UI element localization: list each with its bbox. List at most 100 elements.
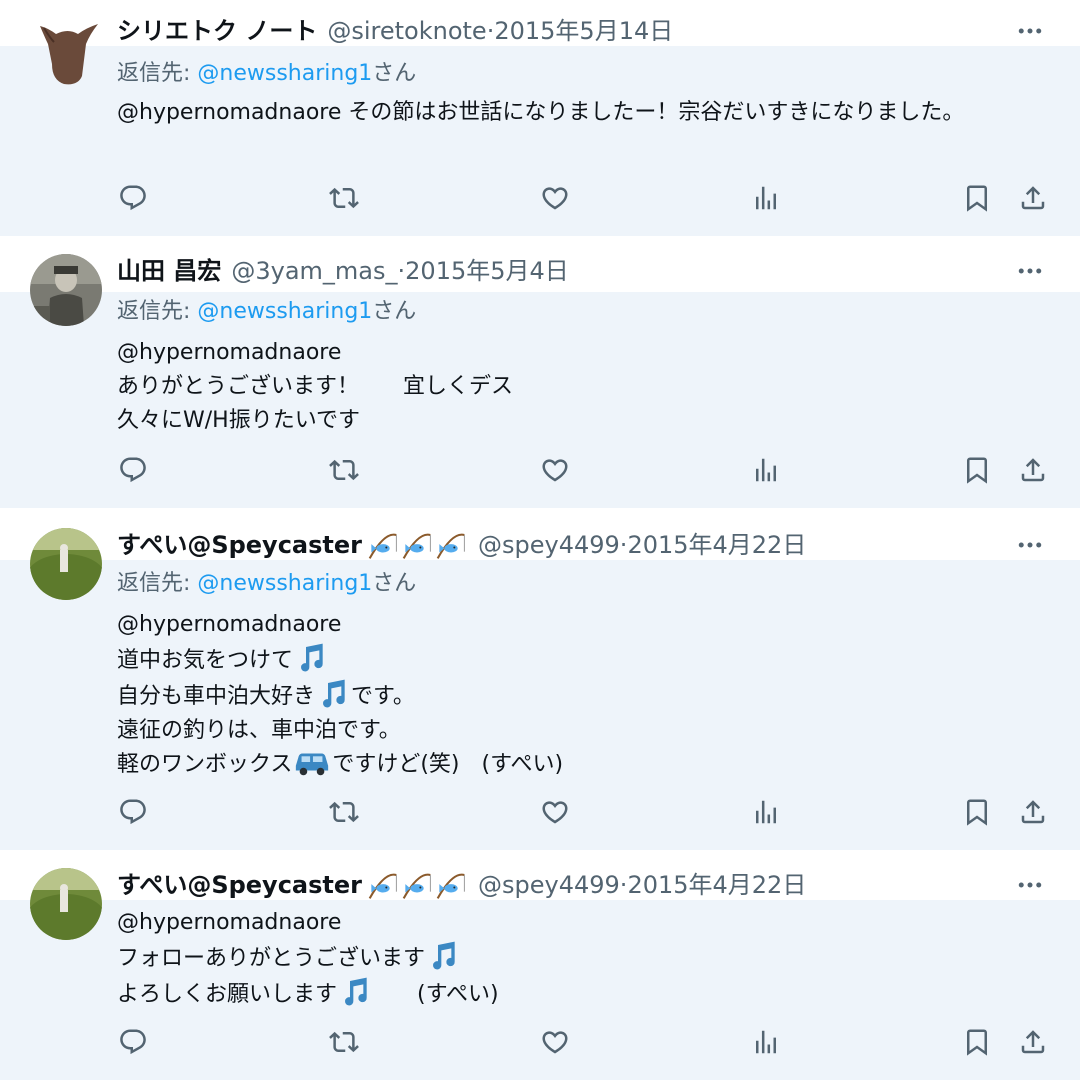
tweet-text-line: 道中お気をつけて	[117, 642, 1048, 678]
tweet-text: @hypernomadnaore ありがとうございます！ 宜しくデス 久々にW/…	[117, 336, 1048, 438]
views-icon[interactable]	[746, 1022, 786, 1062]
handle[interactable]: @siretoknote	[327, 14, 486, 48]
retweet-icon[interactable]	[324, 1022, 364, 1062]
tweet-text-line: フォローありがとうございます	[117, 940, 1048, 976]
more-icon[interactable]	[1012, 254, 1048, 288]
handle[interactable]: @spey4499	[478, 868, 620, 902]
name-emojis	[366, 870, 468, 900]
bookmark-icon[interactable]	[957, 450, 997, 490]
share-icon[interactable]	[1013, 450, 1053, 490]
action-bar	[0, 792, 1080, 832]
tweet-text-line: @hypernomadnaore その節はお世話になりましたー！宗谷だいすきにな…	[117, 100, 965, 125]
tweet-text-line: ありがとうございます！ 宜しくデス	[117, 374, 514, 399]
avatar[interactable]	[30, 14, 102, 86]
tweet-date[interactable]: 2015年4月22日	[627, 528, 806, 562]
display-name[interactable]: 山田 昌宏	[117, 254, 221, 288]
more-icon[interactable]	[1012, 528, 1048, 562]
separator: ·	[397, 257, 406, 285]
action-bar	[0, 450, 1080, 490]
tweet-text-fragment: フォローありがとうございます	[117, 946, 426, 971]
reply-handle-link[interactable]: @newssharing1	[197, 571, 372, 596]
fishing-pole-emoji	[366, 530, 400, 560]
tweet-text-line: よろしくお願いします (すぺい)	[117, 976, 1048, 1012]
music-note-emoji	[316, 678, 350, 708]
tweet-header: すぺい@Speycaster @spey4499 · 2015年4月22日	[117, 528, 1048, 562]
bookmark-icon[interactable]	[957, 1022, 997, 1062]
tweet-date[interactable]: 2015年4月22日	[627, 868, 806, 902]
bookmark-icon[interactable]	[957, 178, 997, 218]
reply-prefix: 返信先:	[117, 571, 198, 596]
views-icon[interactable]	[746, 450, 786, 490]
tweet-text-fragment: 軽のワンボックス	[117, 752, 293, 777]
reply-icon[interactable]	[113, 178, 153, 218]
avatar[interactable]	[30, 528, 102, 600]
tweet-text-line: @hypernomadnaore	[117, 612, 342, 637]
separator: ·	[619, 871, 628, 899]
handle[interactable]: @3yam_mas_	[231, 254, 397, 288]
tweet-text-fragment: 道中お気をつけて	[117, 648, 294, 673]
heart-icon[interactable]	[535, 178, 575, 218]
tweet-date[interactable]: 2015年5月4日	[405, 254, 569, 288]
heart-icon[interactable]	[535, 450, 575, 490]
tweet-text-line: 自分も車中泊大好き です。	[117, 678, 1048, 714]
bookmark-icon[interactable]	[957, 792, 997, 832]
reply-prefix: 返信先:	[117, 299, 198, 324]
tweet-text: @hypernomadnaore 道中お気をつけて 自分も車中泊大好き です。 遠…	[117, 608, 1048, 782]
action-bar	[0, 1022, 1080, 1062]
reply-suffix: さん	[372, 61, 417, 86]
heart-icon[interactable]	[535, 1022, 575, 1062]
display-name[interactable]: すぺい@Speycaster	[117, 868, 362, 902]
tweet-header: 山田 昌宏 @3yam_mas_ · 2015年5月4日	[117, 254, 1048, 288]
fishing-pole-emoji	[434, 870, 468, 900]
reply-to: 返信先: @newssharing1さん	[117, 564, 1048, 604]
display-name[interactable]: すぺい@Speycaster	[117, 528, 362, 562]
tweet-text-fragment: 自分も車中泊大好き	[117, 684, 316, 709]
tweet-text-line: @hypernomadnaore	[117, 910, 342, 935]
tweet-header: シリエトク ノート @siretoknote · 2015年5月14日	[117, 14, 1048, 48]
share-icon[interactable]	[1013, 178, 1053, 218]
fishing-pole-emoji	[400, 530, 434, 560]
views-icon[interactable]	[746, 178, 786, 218]
tweet-text-line: 軽のワンボックス ですけど(笑) (すぺい)	[117, 748, 1048, 782]
views-icon[interactable]	[746, 792, 786, 832]
field-photo	[30, 528, 102, 600]
retweet-icon[interactable]	[324, 178, 364, 218]
tweet-text-fragment: ですけど(笑) (すぺい)	[332, 752, 564, 777]
reply-handle-link[interactable]: @newssharing1	[197, 61, 372, 86]
avatar[interactable]	[30, 868, 102, 940]
more-icon[interactable]	[1012, 868, 1048, 902]
more-icon[interactable]	[1012, 14, 1048, 48]
tweet-text-fragment: (すぺい)	[373, 982, 499, 1007]
reply-to: 返信先: @newssharing1さん	[117, 292, 1048, 332]
music-note-emoji	[294, 642, 328, 672]
heart-icon[interactable]	[535, 792, 575, 832]
share-icon[interactable]	[1013, 792, 1053, 832]
fishing-pole-emoji	[434, 530, 468, 560]
reply-suffix: さん	[372, 571, 417, 596]
display-name[interactable]: シリエトク ノート	[117, 14, 317, 48]
avatar[interactable]	[30, 254, 102, 326]
fishing-pole-emoji	[400, 870, 434, 900]
reply-icon[interactable]	[113, 450, 153, 490]
retweet-icon[interactable]	[324, 792, 364, 832]
retweet-icon[interactable]	[324, 450, 364, 490]
tweet[interactable]: シリエトク ノート @siretoknote · 2015年5月14日 返信先:…	[0, 0, 1080, 236]
separator: ·	[486, 17, 495, 45]
music-note-emoji	[338, 976, 372, 1006]
reply-prefix: 返信先:	[117, 61, 198, 86]
separator: ·	[619, 531, 628, 559]
tweet[interactable]: すぺい@Speycaster @spey4499 · 2015年4月22日 返信…	[0, 508, 1080, 850]
tweet[interactable]: 山田 昌宏 @3yam_mas_ · 2015年5月4日 返信先: @newss…	[0, 236, 1080, 508]
reply-icon[interactable]	[113, 792, 153, 832]
handle[interactable]: @spey4499	[478, 528, 620, 562]
tweet-date[interactable]: 2015年5月14日	[494, 14, 673, 48]
reply-suffix: さん	[372, 299, 417, 324]
car-emoji	[293, 748, 331, 776]
tweet-text: @hypernomadnaore フォローありがとうございます よろしくお願いし…	[117, 906, 1048, 1012]
share-icon[interactable]	[1013, 1022, 1053, 1062]
tweet-text-line: @hypernomadnaore	[117, 340, 342, 365]
action-bar	[0, 178, 1080, 218]
tweet[interactable]: すぺい@Speycaster @spey4499 · 2015年4月22日 @h…	[0, 850, 1080, 1080]
reply-handle-link[interactable]: @newssharing1	[197, 299, 372, 324]
reply-icon[interactable]	[113, 1022, 153, 1062]
